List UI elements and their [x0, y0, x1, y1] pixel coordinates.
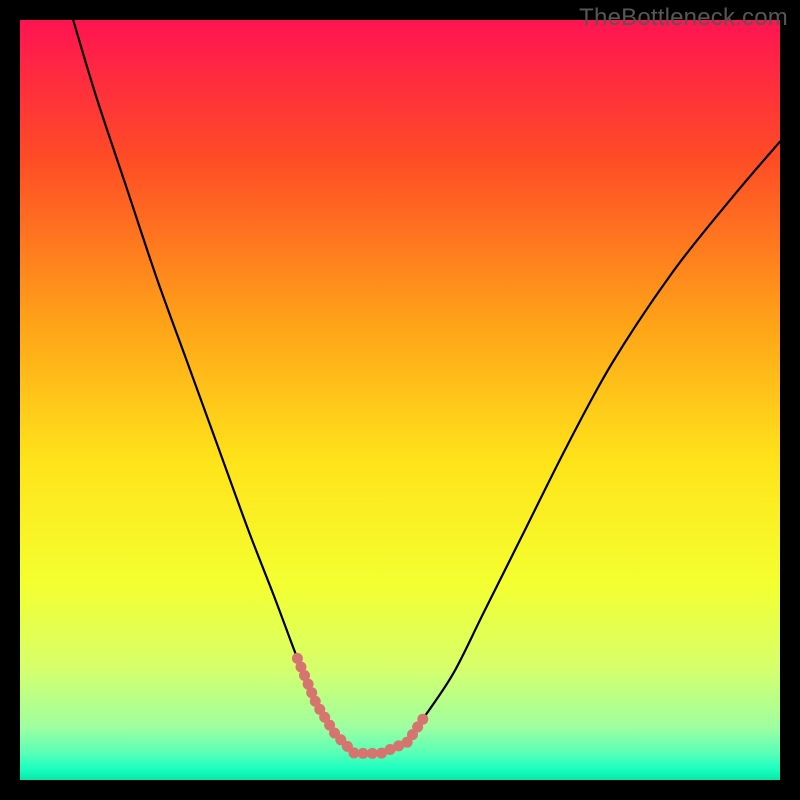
highlight-dot [417, 714, 428, 725]
plot-svg [20, 20, 780, 780]
gradient-background [20, 20, 780, 780]
plot-area [20, 20, 780, 780]
chart-frame: TheBottleneck.com [0, 0, 800, 800]
watermark-text: TheBottleneck.com [579, 4, 788, 32]
